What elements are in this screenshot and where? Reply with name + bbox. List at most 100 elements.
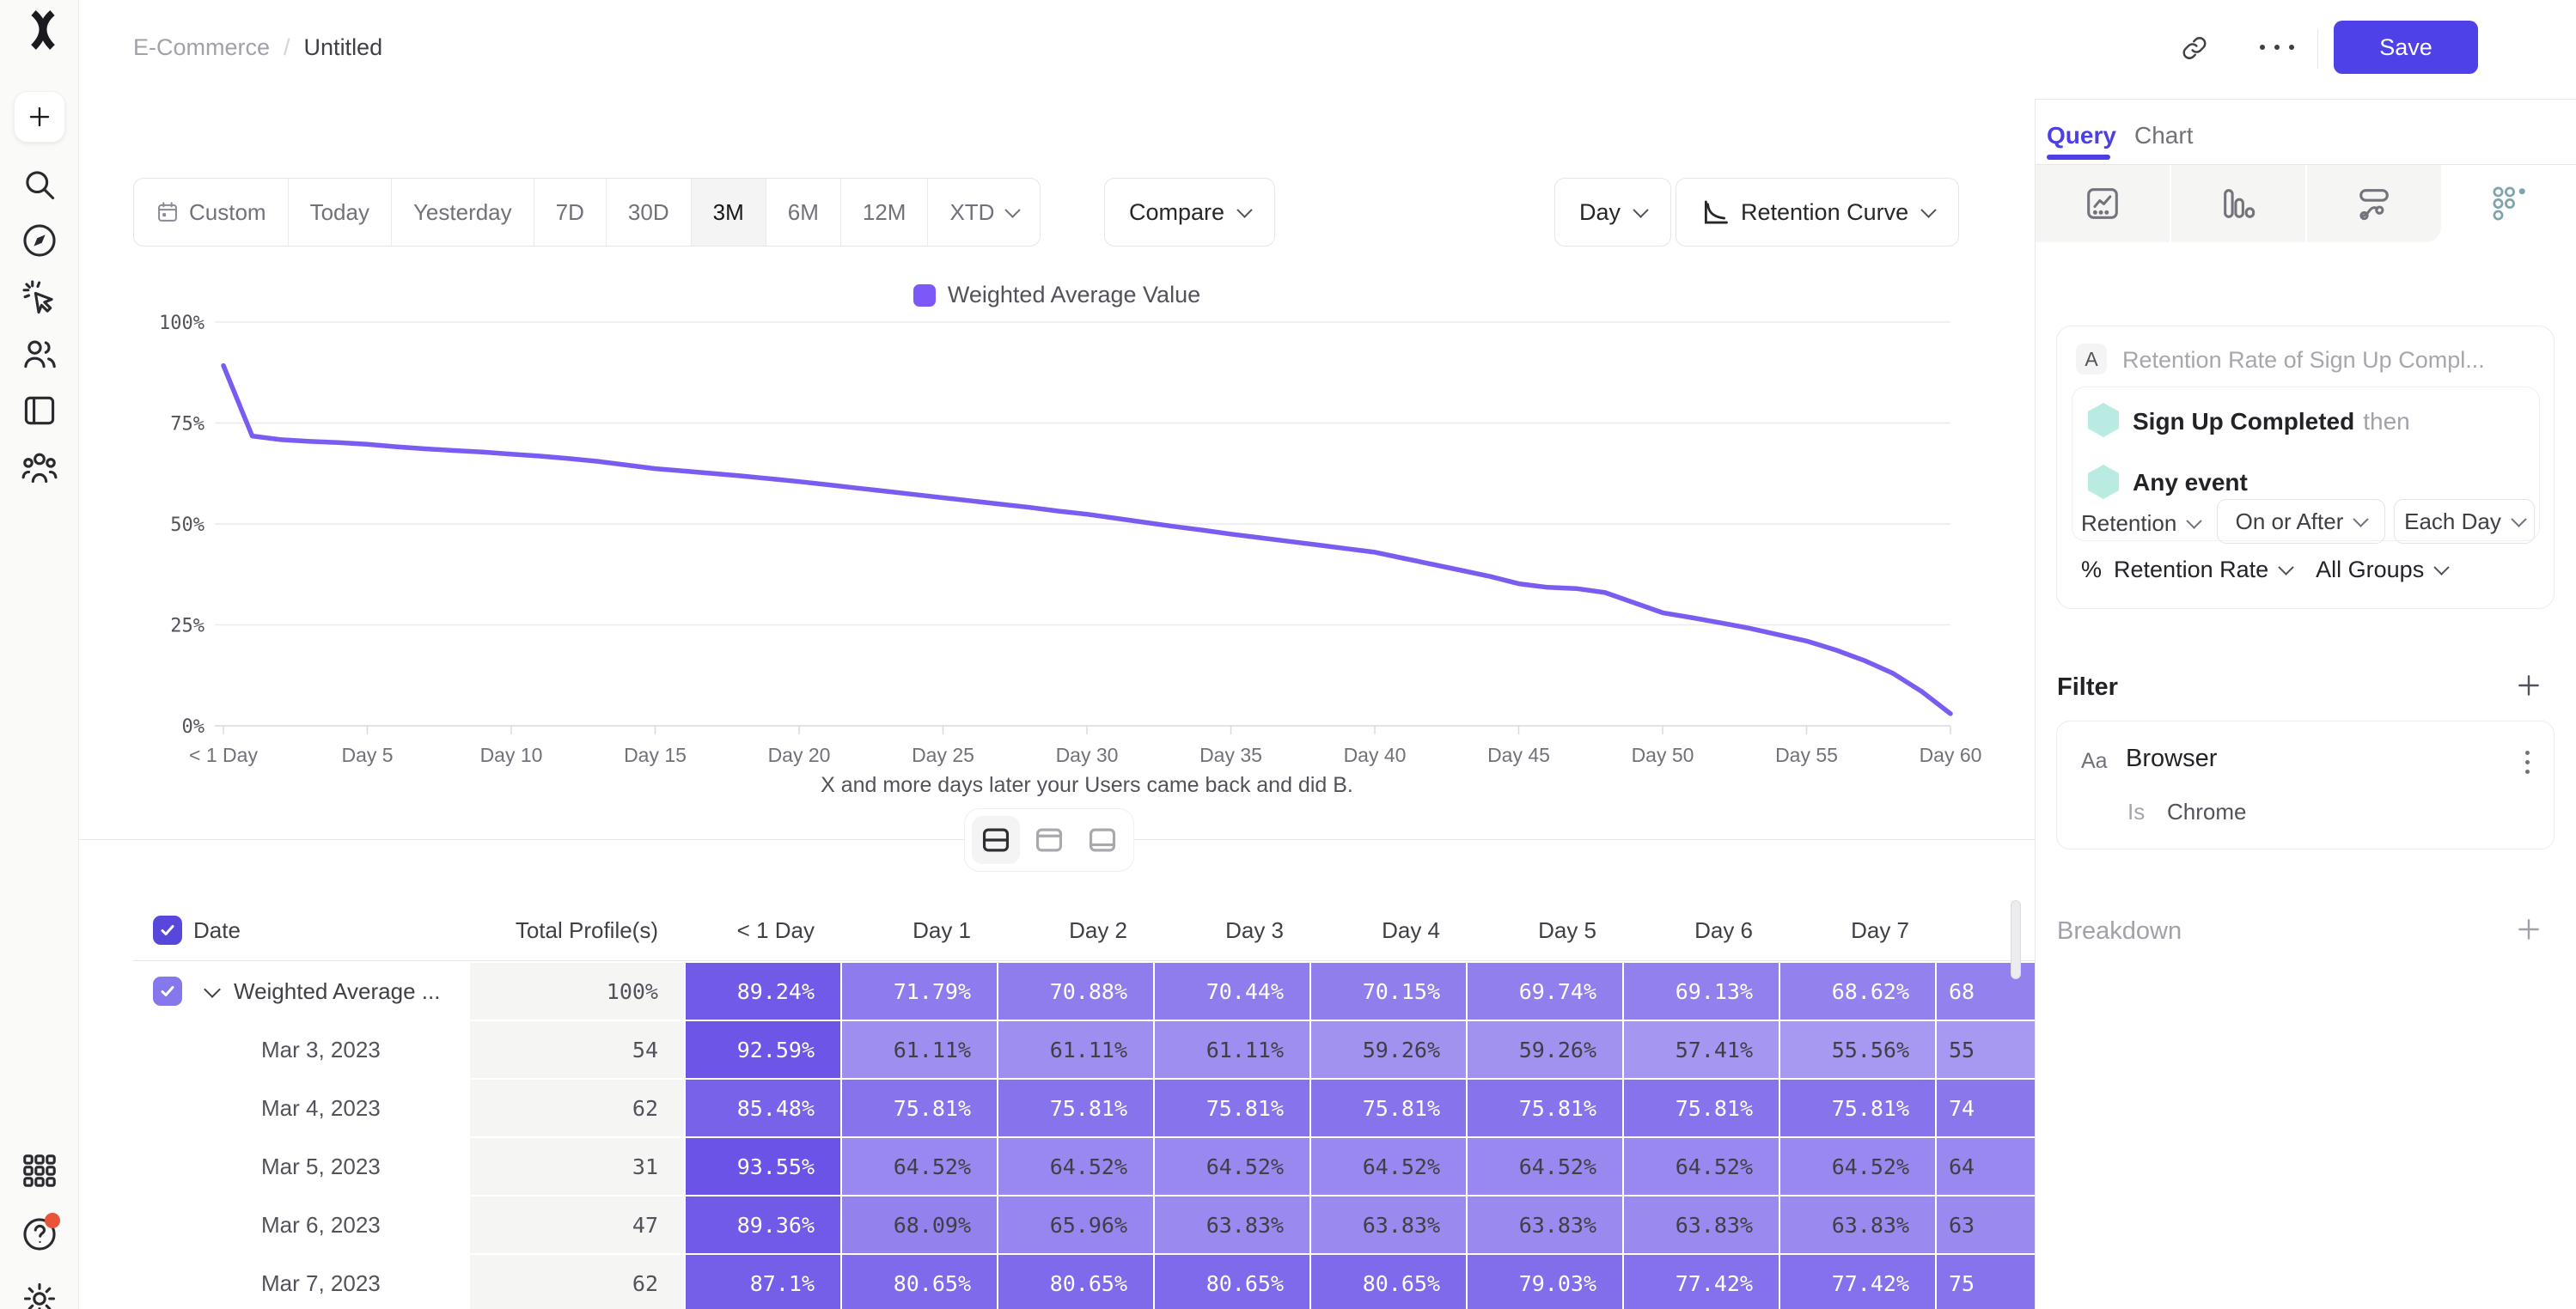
retention-cell[interactable]: 61.11%	[1155, 1021, 1309, 1078]
retention-cell[interactable]: 89.24%	[686, 963, 840, 1020]
add-filter-icon[interactable]	[2515, 672, 2542, 699]
add-breakdown-icon[interactable]	[2515, 916, 2542, 943]
measure-dropdown[interactable]: Retention Rate	[2114, 557, 2292, 583]
on-or-after-dropdown[interactable]: On or After	[2217, 499, 2385, 544]
range-6m[interactable]: 6M	[766, 179, 840, 246]
range-12m[interactable]: 12M	[841, 179, 928, 246]
expand-caret-icon[interactable]	[204, 981, 221, 998]
range-3m[interactable]: 3M	[692, 179, 766, 246]
retention-cell[interactable]: 55.56%	[1780, 1021, 1935, 1078]
layout-bottom-button[interactable]	[1078, 816, 1126, 864]
retention-cell[interactable]: 68.09%	[842, 1196, 997, 1253]
retention-cell[interactable]: 75.81%	[1780, 1080, 1935, 1136]
chart-legend[interactable]: Weighted Average Value	[79, 282, 2035, 308]
retention-cell[interactable]: 64.52%	[842, 1138, 997, 1195]
filter-card[interactable]: Aa Browser Is Chrome	[2056, 721, 2555, 849]
retention-cell[interactable]: 59.26%	[1311, 1021, 1466, 1078]
breadcrumb-project[interactable]: E-Commerce	[133, 34, 270, 61]
retention-cell[interactable]: 68.62%	[1780, 963, 1935, 1020]
retention-cell[interactable]: 61.11%	[998, 1021, 1153, 1078]
filter-value[interactable]: Chrome	[2167, 799, 2246, 825]
search-icon[interactable]	[21, 166, 58, 204]
retention-cell[interactable]: 80.65%	[1155, 1255, 1309, 1309]
retention-cell[interactable]: 77.42%	[1624, 1255, 1779, 1309]
filter-menu-icon[interactable]	[2525, 751, 2530, 774]
layout-split-button[interactable]	[972, 816, 1020, 864]
chart-type-bars[interactable]	[2171, 165, 2305, 242]
apps-grid-icon[interactable]	[21, 1152, 58, 1190]
retention-cell[interactable]: 75.81%	[1311, 1080, 1466, 1136]
retention-cell[interactable]: 69.74%	[1468, 963, 1622, 1020]
retention-cell[interactable]: 85.48%	[686, 1080, 840, 1136]
retention-cell[interactable]: 63.83%	[1311, 1196, 1466, 1253]
retention-cell[interactable]: 75.81%	[1468, 1080, 1622, 1136]
row-checkbox[interactable]	[153, 977, 182, 1006]
retention-cell[interactable]: 92.59%	[686, 1021, 840, 1078]
groups-dropdown[interactable]: All Groups	[2316, 557, 2447, 583]
range-xtd[interactable]: XTD	[928, 179, 1040, 246]
retention-cell[interactable]: 64.52%	[1468, 1138, 1622, 1195]
chart-type-flows[interactable]	[2307, 165, 2441, 242]
share-link-icon[interactable]	[2181, 34, 2208, 62]
retention-cell[interactable]: 63.83%	[1468, 1196, 1622, 1253]
retention-cell[interactable]: 64.52%	[1311, 1138, 1466, 1195]
retention-cell[interactable]: 57.41%	[1624, 1021, 1779, 1078]
retention-cell[interactable]: 75.81%	[1155, 1080, 1309, 1136]
retention-cell[interactable]: 64.52%	[998, 1138, 1153, 1195]
range-7d[interactable]: 7D	[534, 179, 606, 246]
retention-cell[interactable]: 93.55%	[686, 1138, 840, 1195]
retention-cell[interactable]: 70.44%	[1155, 963, 1309, 1020]
retention-mode-dropdown[interactable]: Retention	[2081, 510, 2200, 537]
users-icon[interactable]	[21, 335, 58, 373]
event-b-label[interactable]: Any event	[2133, 469, 2248, 496]
retention-cell[interactable]: 75.81%	[998, 1080, 1153, 1136]
retention-cell[interactable]: 87.1%	[686, 1255, 840, 1309]
retention-cell-clipped[interactable]: 64	[1937, 1138, 2035, 1195]
retention-cell[interactable]: 70.88%	[998, 963, 1153, 1020]
range-custom[interactable]: Custom	[134, 179, 288, 246]
retention-cell[interactable]: 63.83%	[1780, 1196, 1935, 1253]
retention-cell[interactable]: 63.83%	[1624, 1196, 1779, 1253]
row-checkbox[interactable]	[153, 916, 182, 945]
retention-cell[interactable]: 63.83%	[1155, 1196, 1309, 1253]
retention-cell-clipped[interactable]: 63	[1937, 1196, 2035, 1253]
retention-curve-chart[interactable]: 100%75%50%25%0%< 1 DayDay 5Day 10Day 15D…	[79, 309, 2035, 807]
retention-cell-clipped[interactable]: 55	[1937, 1021, 2035, 1078]
retention-cell[interactable]: 64.52%	[1780, 1138, 1935, 1195]
retention-cell[interactable]: 77.42%	[1780, 1255, 1935, 1309]
retention-cell-clipped[interactable]: 75	[1937, 1255, 2035, 1309]
tab-query[interactable]: Query	[2047, 122, 2116, 149]
chart-type-insights[interactable]	[2036, 165, 2170, 242]
settings-gear-icon[interactable]	[21, 1280, 58, 1309]
range-yesterday[interactable]: Yesterday	[392, 179, 534, 246]
retention-cell-clipped[interactable]: 74	[1937, 1080, 2035, 1136]
retention-cell[interactable]: 75.81%	[1624, 1080, 1779, 1136]
retention-cell[interactable]: 69.13%	[1624, 963, 1779, 1020]
more-options-icon[interactable]	[2256, 41, 2298, 53]
cohorts-icon[interactable]	[21, 448, 58, 486]
retention-cell[interactable]: 64.52%	[1155, 1138, 1309, 1195]
retention-cell[interactable]: 71.79%	[842, 963, 997, 1020]
event-a-label[interactable]: Sign Up Completed	[2133, 408, 2354, 435]
save-button[interactable]: Save	[2334, 21, 2478, 74]
query-title[interactable]: Retention Rate of Sign Up Compl...	[2122, 347, 2485, 374]
each-day-dropdown[interactable]: Each Day	[2394, 499, 2535, 544]
retention-cell[interactable]: 65.96%	[998, 1196, 1153, 1253]
retention-cell[interactable]: 64.52%	[1624, 1138, 1779, 1195]
retention-cell[interactable]: 61.11%	[842, 1021, 997, 1078]
breadcrumb-current[interactable]: Untitled	[304, 34, 383, 61]
range-30d[interactable]: 30D	[607, 179, 691, 246]
retention-cell[interactable]: 59.26%	[1468, 1021, 1622, 1078]
new-item-button[interactable]	[14, 91, 65, 143]
layout-top-button[interactable]	[1025, 816, 1073, 864]
retention-cell[interactable]: 80.65%	[1311, 1255, 1466, 1309]
retention-cell[interactable]: 80.65%	[998, 1255, 1153, 1309]
retention-cell[interactable]: 75.81%	[842, 1080, 997, 1136]
retention-cell[interactable]: 70.15%	[1311, 963, 1466, 1020]
tab-chart[interactable]: Chart	[2134, 122, 2193, 149]
cursor-click-icon[interactable]	[21, 278, 58, 316]
compare-button[interactable]: Compare	[1104, 178, 1275, 247]
chart-type-dropdown[interactable]: Retention Curve	[1676, 178, 1959, 247]
compass-icon[interactable]	[21, 222, 58, 259]
retention-cell[interactable]: 79.03%	[1468, 1255, 1622, 1309]
